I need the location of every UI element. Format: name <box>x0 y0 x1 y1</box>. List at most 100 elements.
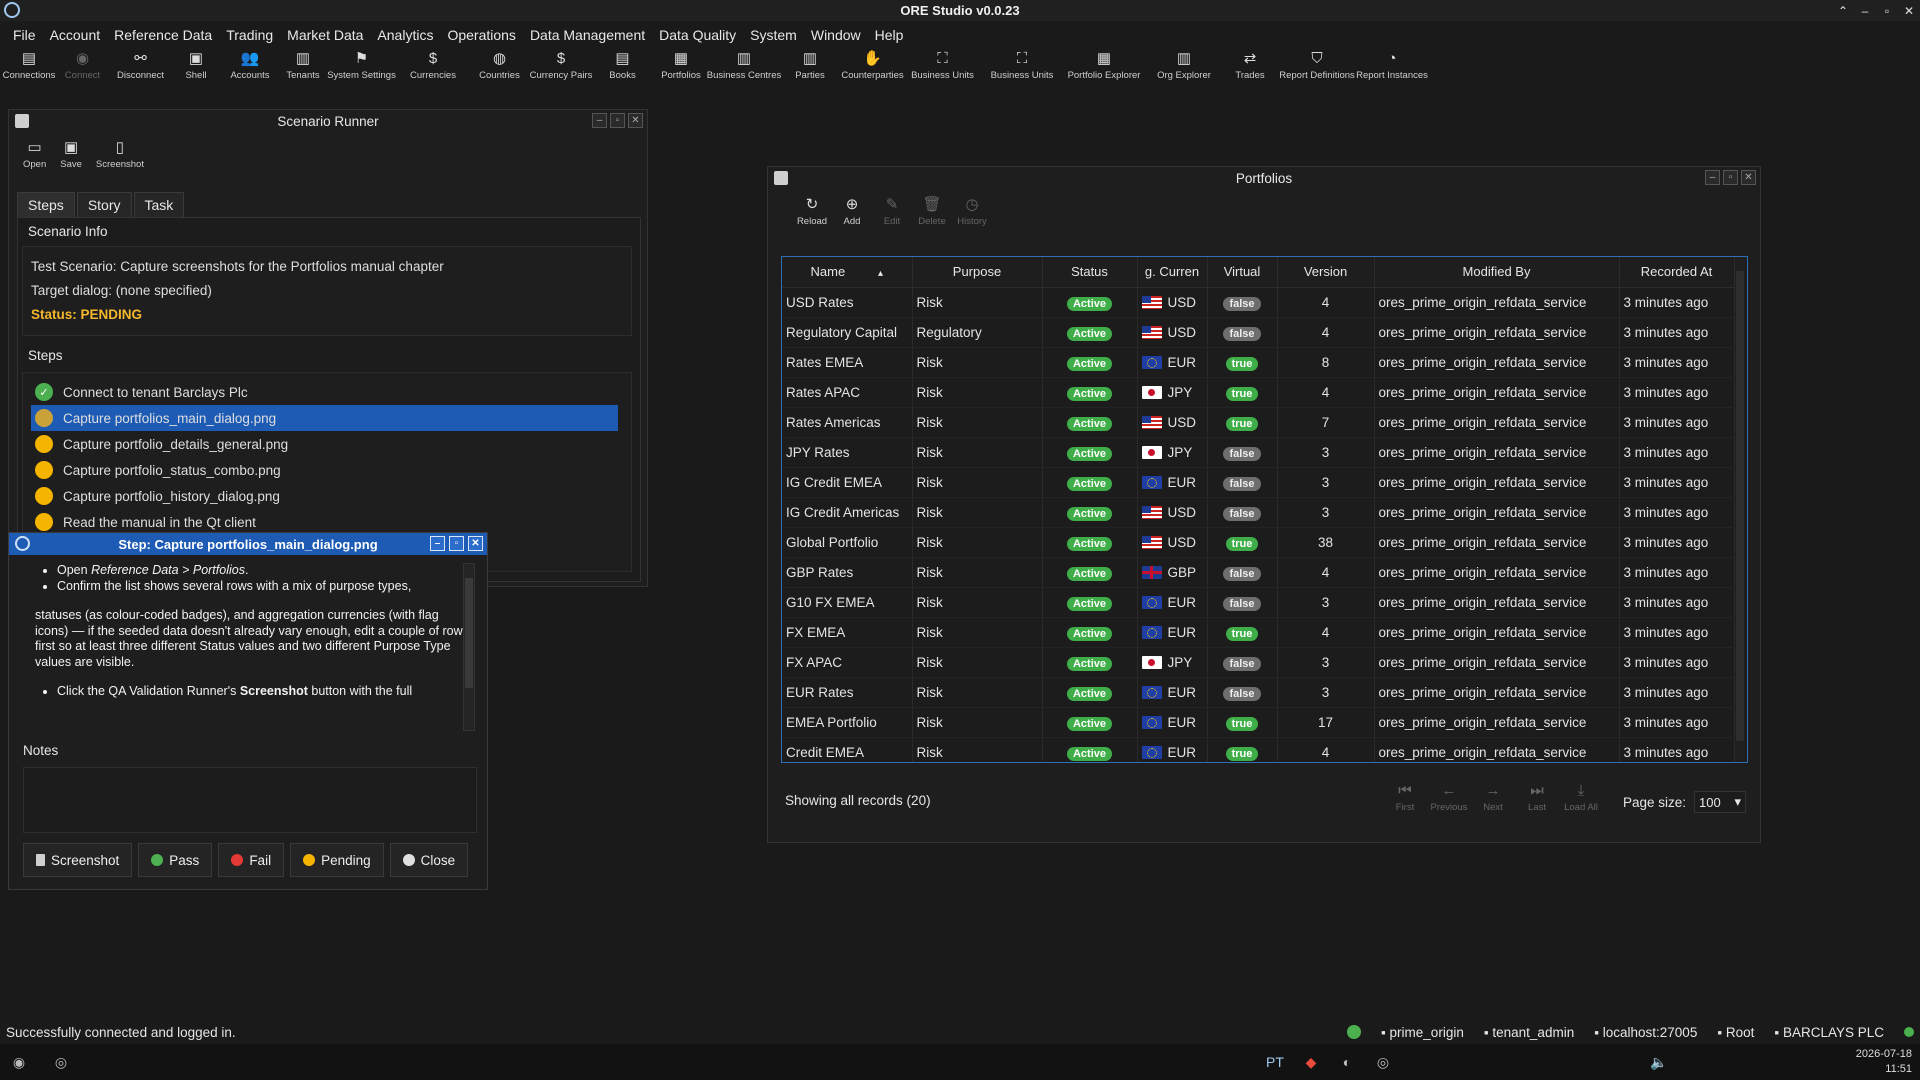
table-row[interactable]: Rates EMEA Risk Active EUR true 8 ores_prime_o… <box>782 347 1735 378</box>
add-button[interactable]: ⊕ Add <box>832 195 872 251</box>
toolbar-shell-button[interactable]: ▣ Shell <box>174 49 218 81</box>
toolbar-counterparties-button[interactable]: ✋ Counterparties <box>841 49 903 81</box>
toolbar-business-centres-button[interactable]: ▥ Business Centres <box>707 49 781 81</box>
menu-account[interactable]: Account <box>43 27 108 43</box>
previous-page-button[interactable]: ← Previous <box>1431 781 1468 814</box>
pending-button[interactable]: Pending <box>290 843 384 877</box>
delete-button[interactable]: 🗑 Delete <box>912 195 952 251</box>
toolbar-accounts-button[interactable]: 👥 Accounts <box>228 49 272 81</box>
close-button[interactable]: Close <box>389 843 469 877</box>
table-row[interactable]: Rates Americas Risk Active USD true 7 ores_pri… <box>782 407 1735 438</box>
chat-icon[interactable]: ◐ <box>1336 1051 1358 1073</box>
screenshot-button[interactable]: Screenshot <box>23 843 133 877</box>
menu-reference-data[interactable]: Reference Data <box>107 27 219 43</box>
instructions-scrollbar[interactable] <box>463 563 475 731</box>
table-row[interactable]: FX EMEA Risk Active EUR true 4 ores_prime_orig… <box>782 617 1735 648</box>
maximize-icon[interactable]: ▫ <box>610 113 625 128</box>
column-header-virtual[interactable]: Virtual <box>1207 257 1278 288</box>
scenario-screenshot-button[interactable]: ▯ Screenshot <box>96 138 144 176</box>
minimize-icon[interactable]: – <box>592 113 607 128</box>
column-header-name[interactable]: Name ▴ <box>782 257 913 288</box>
menu-analytics[interactable]: Analytics <box>370 27 440 43</box>
table-row[interactable]: Global Portfolio Risk Active USD true 38 ores_… <box>782 527 1735 558</box>
step-item[interactable]: Capture portfolio_history_dialog.png <box>31 483 623 509</box>
toolbar-org-explorer-button[interactable]: ▥ Org Explorer <box>1151 49 1217 81</box>
app-logo-icon[interactable]: ◎ <box>50 1051 72 1073</box>
clock[interactable]: 2026-07-18 11:51 <box>1856 1047 1912 1077</box>
table-row[interactable]: Regulatory Capital Regulatory Active USD fal… <box>782 317 1735 348</box>
first-page-button[interactable]: ⏮ First <box>1388 781 1422 814</box>
volume-icon[interactable]: 🔈 <box>1648 1051 1670 1073</box>
toolbar-countries-button[interactable]: ◍ Countries <box>475 49 524 81</box>
menu-help[interactable]: Help <box>868 27 911 43</box>
column-header-version[interactable]: Version <box>1277 257 1375 288</box>
load-all-page-button[interactable]: ⤓ Load All <box>1564 781 1598 814</box>
column-header-recorded-at[interactable]: Recorded At <box>1619 257 1735 288</box>
toolbar-portfolio-explorer-button[interactable]: ▦ Portfolio Explorer <box>1068 49 1141 81</box>
start-menu-icon[interactable]: ◉ <box>8 1051 30 1073</box>
reload-button[interactable]: ↻ Reload <box>792 195 832 251</box>
maximize-icon[interactable]: ▫ <box>449 536 464 551</box>
table-row[interactable]: JPY Rates Risk Active JPY false 3 ores_prime_o… <box>782 437 1735 468</box>
toolbar-system-settings-button[interactable]: ⚑ System Settings <box>327 49 396 81</box>
tab-story[interactable]: Story <box>76 192 132 218</box>
last-page-button[interactable]: ⏭ Last <box>1520 781 1554 814</box>
toolbar-portfolios-button[interactable]: ▦ Portfolios <box>657 49 705 81</box>
toolbar-currency-pairs-button[interactable]: $ Currency Pairs <box>530 49 593 82</box>
menu-window[interactable]: Window <box>804 27 868 43</box>
tab-steps[interactable]: Steps <box>17 192 75 218</box>
toolbar-report-instances-button[interactable]: ◔ Report Instances <box>1356 49 1428 82</box>
history-button[interactable]: ◷ History <box>952 195 992 251</box>
menu-system[interactable]: System <box>743 27 804 43</box>
scenario-save-button[interactable]: ▣ Save <box>60 138 82 176</box>
toolbar-business-units-button[interactable]: ⛶ Business Units <box>910 49 975 82</box>
tab-task[interactable]: Task <box>133 192 185 218</box>
toolbar-parties-button[interactable]: ▥ Parties <box>783 49 837 81</box>
toolbar-connections-button[interactable]: ▤ Connections <box>3 49 56 81</box>
table-row[interactable]: USD Rates Risk Active USD false 4 ores_prime_o… <box>782 287 1735 318</box>
maximize-icon[interactable]: ▫ <box>1723 170 1738 185</box>
step-item[interactable]: Capture portfolio_status_combo.png <box>31 457 623 483</box>
keyboard-layout[interactable]: PT <box>1260 1051 1290 1073</box>
close-icon[interactable]: ✕ <box>1902 4 1916 18</box>
minimize-icon[interactable]: – <box>1705 170 1720 185</box>
fail-button[interactable]: Fail <box>218 843 285 877</box>
scenario-open-button[interactable]: ▭ Open <box>23 138 46 176</box>
step-item[interactable]: Capture portfolio_details_general.png <box>31 431 623 457</box>
table-row[interactable]: GBP Rates Risk Active GBP false 4 ores_prime_o… <box>782 557 1735 588</box>
table-row[interactable]: Rates APAC Risk Active JPY true 4 ores_prime_o… <box>782 377 1735 408</box>
toolbar-disconnect-button[interactable]: ⚯ Disconnect <box>117 49 164 81</box>
close-icon[interactable]: ✕ <box>1741 170 1756 185</box>
minimize-icon[interactable]: – <box>430 536 445 551</box>
notes-field[interactable] <box>23 767 477 833</box>
git-icon[interactable]: ◆ <box>1300 1051 1322 1073</box>
step-item[interactable]: Capture portfolios_main_dialog.png <box>31 405 618 431</box>
close-icon[interactable]: ✕ <box>628 113 643 128</box>
minimize-icon[interactable]: – <box>1858 4 1872 18</box>
maximize-icon[interactable]: ▫ <box>1880 4 1894 18</box>
edit-button[interactable]: ✎ Edit <box>872 195 912 251</box>
toolbar-report-definitions-button[interactable]: ⛉ Report Definitions <box>1279 49 1355 82</box>
menu-data-quality[interactable]: Data Quality <box>652 27 743 43</box>
column-header-g-curren[interactable]: g. Curren <box>1137 257 1208 288</box>
toolbar-business-units-button[interactable]: ⛶ Business Units <box>987 49 1057 82</box>
column-header-modified-by[interactable]: Modified By <box>1374 257 1620 288</box>
menu-trading[interactable]: Trading <box>219 27 280 43</box>
next-page-button[interactable]: → Next <box>1476 781 1510 814</box>
menu-operations[interactable]: Operations <box>440 27 522 43</box>
table-scrollbar[interactable] <box>1735 257 1745 762</box>
table-row[interactable]: FX APAC Risk Active JPY false 3 ores_prime_ori… <box>782 647 1735 678</box>
table-row[interactable]: EMEA Portfolio Risk Active EUR true 17 ores_pr… <box>782 707 1735 738</box>
table-row[interactable]: IG Credit Americas Risk Active USD false 3 ore… <box>782 497 1735 528</box>
column-header-status[interactable]: Status <box>1042 257 1138 288</box>
table-row[interactable]: IG Credit EMEA Risk Active EUR false 3 ores_pr… <box>782 467 1735 498</box>
menu-data-management[interactable]: Data Management <box>523 27 652 43</box>
page-size-select[interactable]: 100 ▾ <box>1694 791 1747 813</box>
toolbar-tenants-button[interactable]: ▥ Tenants <box>282 49 324 81</box>
pass-button[interactable]: Pass <box>138 843 213 877</box>
column-header-purpose[interactable]: Purpose <box>912 257 1043 288</box>
app-logo-icon[interactable]: ◎ <box>1372 1051 1394 1073</box>
toolbar-currencies-button[interactable]: $ Currencies <box>401 49 465 82</box>
table-row[interactable]: Credit EMEA Risk Active EUR true 4 ores_prime_… <box>782 737 1735 762</box>
collapse-icon[interactable]: ⌃ <box>1836 4 1850 18</box>
